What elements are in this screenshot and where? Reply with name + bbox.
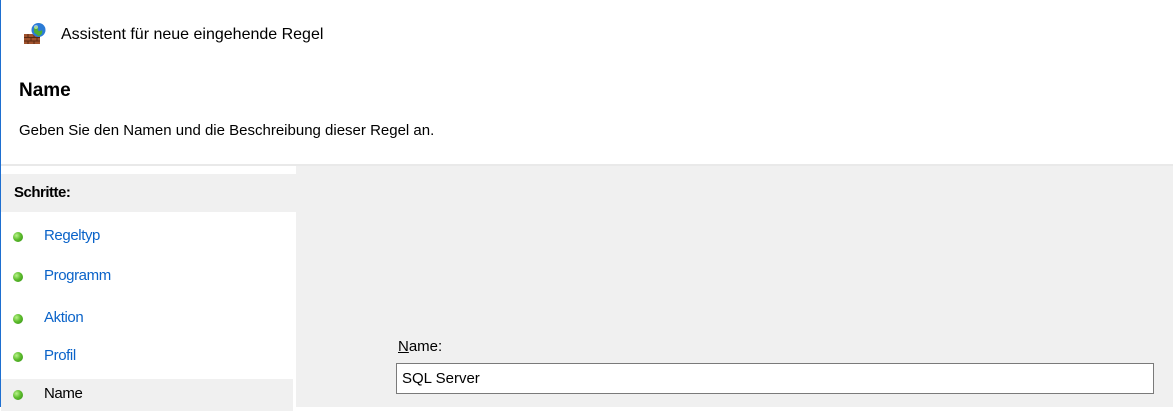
- step-label[interactable]: Profil: [44, 347, 76, 364]
- status-dot-icon: [13, 314, 23, 324]
- step-label[interactable]: Regeltyp: [44, 227, 100, 244]
- name-label-mnemonic: N: [398, 338, 409, 355]
- wizard-header: Name Geben Sie den Namen und die Beschre…: [1, 78, 1173, 164]
- step-programm[interactable]: Programm: [1, 261, 293, 293]
- form-area: Name:: [300, 166, 1173, 407]
- steps-header: Schritte:: [1, 174, 296, 212]
- status-dot-icon: [13, 232, 23, 242]
- status-dot-icon: [13, 352, 23, 362]
- title-bar: Assistent für neue eingehende Regel: [1, 0, 1173, 78]
- name-input[interactable]: [396, 363, 1154, 394]
- wizard-window: Assistent für neue eingehende Regel Name…: [0, 0, 1173, 411]
- step-profil[interactable]: Profil: [1, 341, 293, 373]
- steps-panel: Schritte: Regeltyp Programm Aktion Profi…: [1, 166, 300, 411]
- status-dot-icon: [13, 390, 23, 400]
- page-subtitle: Geben Sie den Namen und die Beschreibung…: [19, 122, 435, 139]
- name-label-text: ame:: [408, 338, 443, 355]
- firewall-icon: [24, 23, 46, 44]
- step-aktion[interactable]: Aktion: [1, 303, 293, 335]
- step-label[interactable]: Programm: [44, 267, 111, 284]
- step-name: Name: [1, 379, 293, 411]
- window-title: Assistent für neue eingehende Regel: [61, 26, 324, 43]
- step-label[interactable]: Aktion: [44, 309, 84, 326]
- page-title: Name: [19, 80, 71, 101]
- wizard-content: Schritte: Regeltyp Programm Aktion Profi…: [1, 166, 1173, 411]
- status-dot-icon: [13, 272, 23, 282]
- name-label: Name:: [398, 338, 442, 355]
- step-regeltyp[interactable]: Regeltyp: [1, 221, 293, 253]
- steps-heading: Schritte:: [14, 184, 71, 201]
- step-label: Name: [44, 385, 83, 402]
